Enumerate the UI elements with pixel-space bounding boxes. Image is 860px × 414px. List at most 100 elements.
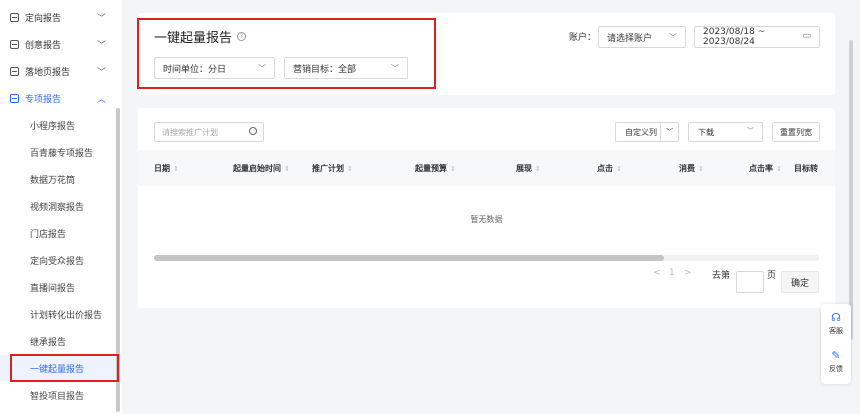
report-icon [10,93,19,103]
sidebar-item-label: 一键起量报告 [30,364,85,375]
sidebar-group-creative-report[interactable]: 创意报告 ﹀ [0,31,116,57]
sidebar-item-label: 定向受众报告 [30,256,85,267]
custom-columns-button[interactable]: 自定义列 ﹀ [615,122,679,142]
sidebar-group-label: 定向报告 [25,13,62,24]
reset-column-width-button[interactable]: 重置列宽 [772,122,820,142]
date-range-value: 2023/08/18 ~ 2023/08/24 [703,27,766,47]
goto-prefix: 去第 [712,271,731,281]
sidebar-group-landing-page-report[interactable]: 落地页报告 ﹀ [0,58,116,84]
customer-service-button[interactable]: ☊ 客服 [821,312,851,336]
chevron-down-icon: ﹀ [747,127,754,135]
sidebar-item-inherit-report[interactable]: 继承报告 [0,328,116,354]
search-icon[interactable] [249,127,257,135]
chevron-down-icon: ﹀ [96,14,106,24]
confirm-label: 确定 [790,278,809,289]
chevron-down-icon: ﹀ [391,64,399,73]
prev-page-button[interactable]: < [653,268,661,278]
next-page-button[interactable]: > [684,268,692,278]
report-icon [10,66,19,76]
headset-icon: ☊ [831,311,841,324]
calendar-icon: ▭ [802,31,811,41]
search-input[interactable]: 请搜索推广计划 [154,122,264,142]
column-header-ctr[interactable]: 点击率 ⇕ [749,163,782,174]
table-card: 请搜索推广计划 自定义列 ﹀ 下载 ﹀ 重置列宽 日期 ⇕ 起量启始时间 ⇕ 推广计… [138,108,835,308]
floating-toolbar: ☊ 客服 ✎ 反馈 [821,304,851,384]
column-header-target-conversion[interactable]: 目标转 [794,163,835,174]
sidebar-item-label: 数据万花筒 [30,175,76,186]
sort-icon: ⇕ [450,165,456,173]
confirm-page-button[interactable]: 确定 [781,271,819,293]
sort-icon: ⇕ [347,165,353,173]
sidebar-item-conversion-bid[interactable]: 计划转化出价报告 [0,301,116,327]
column-header-campaign[interactable]: 推广计划 ⇕ [312,163,353,174]
sidebar-item-label: 门店报告 [30,229,67,240]
sidebar-item-mini-program[interactable]: 小程序报告 [0,112,116,138]
sort-icon: ⇕ [535,165,541,173]
marketing-goal-select[interactable]: 营销目标：全部 ﹀ [284,57,408,79]
column-header-clicks[interactable]: 点击 ⇕ [597,163,622,174]
sidebar: 定向报告 ﹀ 创意报告 ﹀ 落地页报告 ﹀ 专项报告 ︿ 小程序报告 百青藤专项… [0,0,122,414]
sidebar-item-data-kaleidoscope[interactable]: 数据万花筒 [0,166,116,192]
search-placeholder: 请搜索推广计划 [162,127,218,137]
download-label: 下载 [698,127,714,137]
chevron-down-icon: ﹀ [669,33,677,42]
sidebar-group-targeting-report[interactable]: 定向报告 ﹀ [0,4,116,30]
chevron-down-icon: ﹀ [96,41,106,51]
sidebar-item-label: 百青藤专项报告 [30,148,94,159]
goto-suffix: 页 [767,271,777,281]
page-title: 一键起量报告 ? [154,27,247,46]
sidebar-scrollbar[interactable] [116,108,120,412]
sidebar-item-audience-report[interactable]: 定向受众报告 [0,247,116,273]
sidebar-item-label: 智投项目报告 [30,391,85,402]
sort-icon: ⇕ [616,165,622,173]
sidebar-item-baiqingteng[interactable]: 百青藤专项报告 [0,139,116,165]
date-range-picker[interactable]: 2023/08/18 ~ 2023/08/24 ▭ [694,26,820,48]
chevron-up-icon: ︿ [96,95,106,105]
pencil-icon: ✎ [831,349,841,362]
account-select[interactable]: 请选择账户 ﹀ [598,26,686,48]
sidebar-item-store-report[interactable]: 门店报告 [0,220,116,246]
sort-icon: ⇕ [173,165,179,173]
sidebar-group-label: 落地页报告 [25,67,71,78]
time-unit-select[interactable]: 时间单位：分日 ﹀ [154,57,275,79]
sidebar-group-label: 创意报告 [25,40,62,51]
sidebar-group-special-report[interactable]: 专项报告 ︿ [0,85,116,111]
sort-icon: ⇕ [698,165,704,173]
table-header: 日期 ⇕ 起量启始时间 ⇕ 推广计划 ⇕ 起量预算 ⇕ 展现 ⇕ 点击 ⇕ 消费 ⇕ 点击率 ⇕… [138,150,835,186]
sidebar-item-label: 计划转化出价报告 [30,310,103,321]
column-header-date[interactable]: 日期 ⇕ [154,163,179,174]
column-header-boost-start[interactable]: 起量启始时间 ⇕ [233,163,290,174]
column-header-impressions[interactable]: 展现 ⇕ [516,163,541,174]
feedback-button[interactable]: ✎ 反馈 [821,350,851,374]
customer-service-label: 客服 [829,327,843,335]
feedback-label: 反馈 [829,365,843,373]
sidebar-item-label: 直播间报告 [30,283,76,294]
page-scrollbar[interactable] [849,40,853,340]
filter-card: 一键起量报告 ? 时间单位：分日 ﹀ 营销目标：全部 ﹀ 账户： 请选择账户 ﹀… [138,13,835,95]
custom-columns-label: 自定义列 [625,127,657,137]
help-icon[interactable]: ? [237,32,247,41]
column-header-boost-budget[interactable]: 起量预算 ⇕ [415,163,456,174]
time-unit-value: 时间单位：分日 [163,64,227,75]
horizontal-scrollbar[interactable] [154,255,819,261]
download-select[interactable]: 下载 ﹀ [688,122,763,142]
empty-state-text: 暂无数据 [470,215,503,224]
column-header-spend[interactable]: 消费 ⇕ [679,163,704,174]
sidebar-item-label: 继承报告 [30,337,67,348]
scrollbar-thumb[interactable] [154,255,664,261]
sort-icon: ⇕ [776,165,782,173]
sidebar-item-one-click-boost[interactable]: 一键起量报告 [0,355,116,381]
chevron-down-icon[interactable]: ﹀ [660,123,678,141]
current-page[interactable]: 1 [669,268,675,278]
sidebar-group-label: 专项报告 [25,94,62,105]
sidebar-item-video-insight[interactable]: 视频洞察报告 [0,193,116,219]
chevron-down-icon: ﹀ [258,64,266,73]
goto-page-input[interactable] [736,271,764,293]
marketing-goal-value: 营销目标：全部 [293,64,357,75]
sort-icon: ⇕ [284,165,290,173]
report-icon [10,12,19,22]
sidebar-item-live-room[interactable]: 直播间报告 [0,274,116,300]
sidebar-item-smart-project[interactable]: 智投项目报告 [0,382,116,408]
account-placeholder: 请选择账户 [607,33,653,44]
sidebar-item-label: 小程序报告 [30,121,76,132]
